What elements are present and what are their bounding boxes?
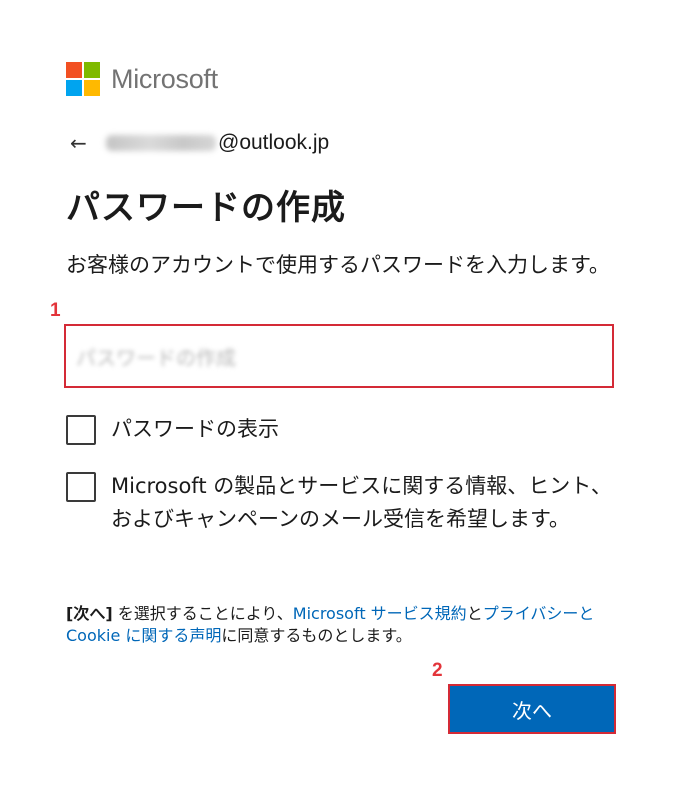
- marketing-option[interactable]: Microsoft の製品とサービスに関する情報、ヒント、およびキャンペーンのメ…: [66, 472, 614, 536]
- show-password-option[interactable]: パスワードの表示: [66, 415, 279, 446]
- logo-square-blue: [66, 80, 82, 96]
- show-password-label[interactable]: パスワードの表示: [111, 413, 279, 446]
- annotation-marker-1: 1: [50, 300, 61, 321]
- email-username-blurred: [106, 135, 216, 151]
- legal-text-2: と: [466, 604, 483, 623]
- email-domain: @outlook.jp: [218, 131, 330, 154]
- back-arrow-icon[interactable]: ←: [70, 131, 96, 155]
- next-button[interactable]: 次へ: [448, 684, 616, 734]
- legal-text-1: を選択することにより、: [112, 604, 293, 623]
- page-description: お客様のアカウントで使用するパスワードを入力します。: [66, 253, 610, 277]
- microsoft-logo: Microsoft: [66, 62, 218, 96]
- password-input[interactable]: パスワードの作成: [64, 324, 614, 388]
- logo-text: Microsoft: [111, 63, 218, 94]
- legal-notice: [次へ] を選択することにより、Microsoft サービス規約とプライバシーと…: [66, 603, 626, 647]
- page-title: パスワードの作成: [66, 188, 346, 228]
- terms-link[interactable]: Microsoft サービス規約: [293, 604, 467, 623]
- show-password-checkbox[interactable]: [66, 415, 96, 445]
- logo-square-yellow: [84, 80, 100, 96]
- marketing-checkbox[interactable]: [66, 472, 96, 502]
- signup-page: Microsoft ← @outlook.jp パスワードの作成 お客様のアカウ…: [0, 0, 684, 800]
- logo-square-green: [84, 62, 100, 78]
- microsoft-logo-icon: [66, 62, 100, 96]
- logo-square-red: [66, 62, 82, 78]
- identity-banner: ← @outlook.jp: [70, 131, 329, 155]
- annotation-marker-2: 2: [432, 660, 443, 681]
- marketing-label[interactable]: Microsoft の製品とサービスに関する情報、ヒント、およびキャンペーンのメ…: [111, 470, 614, 536]
- legal-next-bracket: [次へ]: [66, 604, 113, 623]
- legal-text-3: に同意するものとします。: [221, 626, 412, 645]
- password-placeholder: パスワードの作成: [76, 345, 236, 370]
